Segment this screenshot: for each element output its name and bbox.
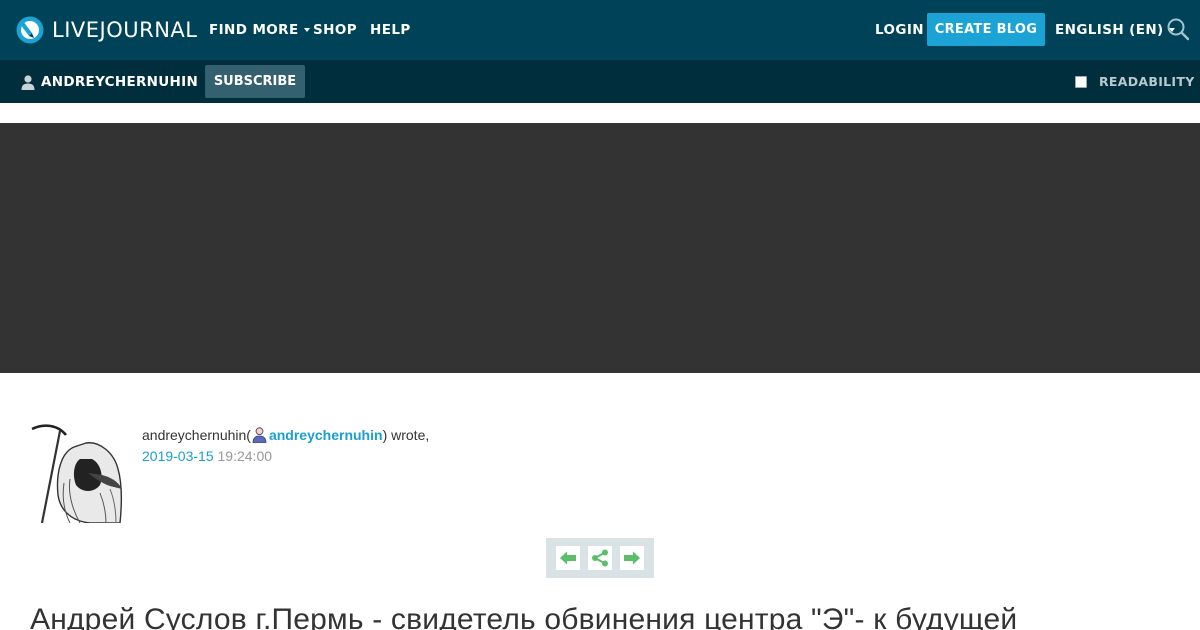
nav-shop[interactable]: SHOP bbox=[313, 0, 357, 60]
language-selector[interactable]: ENGLISH (EN) bbox=[1055, 0, 1175, 60]
language-label: ENGLISH (EN) bbox=[1055, 22, 1164, 38]
journal-owner-link[interactable]: ANDREYCHERNUHIN bbox=[20, 60, 198, 103]
livejournal-logo-icon bbox=[16, 16, 44, 44]
nav-help-label: HELP bbox=[370, 22, 411, 38]
previous-entry-button[interactable] bbox=[556, 546, 580, 570]
nav-find-more-label: FIND MORE bbox=[209, 22, 299, 38]
entry-title: Андрей Суслов г.Пермь - свидетель обвине… bbox=[30, 603, 1018, 630]
top-navigation-bar: LIVEJOURNAL FIND MORE SHOP HELP LOGIN CR… bbox=[0, 0, 1200, 60]
share-icon bbox=[592, 549, 608, 567]
readability-toggle[interactable]: READABILITY bbox=[1075, 60, 1195, 103]
author-name: andreychernuhin bbox=[142, 426, 247, 443]
livejournal-logo[interactable]: LIVEJOURNAL bbox=[16, 15, 198, 45]
entry-dateline: 2019-03-15 19:24:00 bbox=[142, 448, 272, 464]
author-avatar[interactable] bbox=[30, 423, 124, 523]
readability-checkbox[interactable] bbox=[1075, 75, 1087, 88]
ad-banner-area bbox=[0, 123, 1200, 373]
byline-wrote: ) wrote, bbox=[382, 426, 430, 443]
author-ljuser-link[interactable]: andreychernuhin bbox=[251, 426, 383, 443]
user-icon bbox=[21, 74, 35, 90]
search-icon[interactable] bbox=[1166, 17, 1190, 41]
logo-text: LIVEJOURNAL bbox=[52, 18, 198, 42]
subscribe-button[interactable]: SUBSCRIBE bbox=[205, 65, 305, 98]
entry-byline: andreychernuhin ( andreychernuhin ) wrot… bbox=[142, 426, 429, 443]
next-entry-button[interactable] bbox=[620, 546, 644, 570]
nav-shop-label: SHOP bbox=[313, 22, 357, 38]
chevron-down-icon bbox=[303, 28, 310, 32]
nav-help[interactable]: HELP bbox=[370, 0, 411, 60]
login-label: LOGIN bbox=[875, 22, 924, 38]
journal-bar: ANDREYCHERNUHIN SUBSCRIBE READABILITY bbox=[0, 60, 1200, 103]
nav-find-more[interactable]: FIND MORE bbox=[209, 0, 310, 60]
author-ljuser-name: andreychernuhin bbox=[268, 426, 383, 443]
entry-time: 19:24:00 bbox=[217, 448, 273, 464]
arrow-left-icon bbox=[560, 551, 576, 565]
share-entry-button[interactable] bbox=[588, 546, 612, 570]
readability-label: READABILITY bbox=[1099, 74, 1195, 89]
entry-navigation bbox=[546, 538, 654, 578]
login-link[interactable]: LOGIN bbox=[875, 0, 924, 60]
arrow-right-icon bbox=[624, 551, 640, 565]
user-icon bbox=[252, 427, 267, 443]
create-blog-button[interactable]: CREATE BLOG bbox=[927, 13, 1045, 46]
grim-reaper-avatar-image bbox=[30, 423, 124, 523]
journal-owner-name: ANDREYCHERNUHIN bbox=[41, 73, 199, 90]
entry-date-link[interactable]: 2019-03-15 bbox=[142, 448, 214, 464]
